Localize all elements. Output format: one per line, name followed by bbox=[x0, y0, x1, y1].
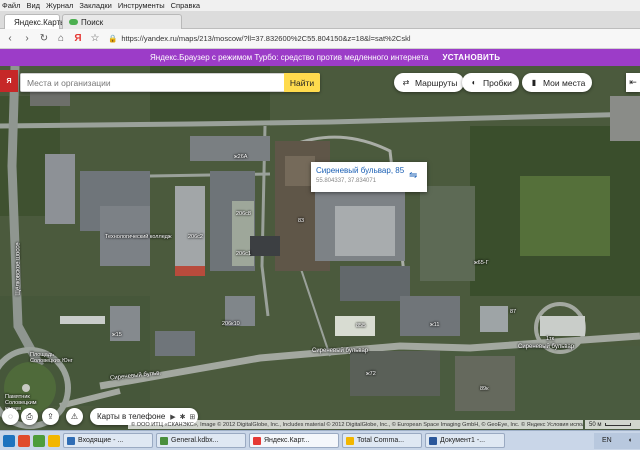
tab-search[interactable]: Поиск bbox=[62, 14, 182, 29]
find-button[interactable]: Найти bbox=[284, 73, 320, 92]
taskbar-item[interactable]: Total Comma... bbox=[342, 433, 422, 448]
copyright-text: © ООО ИТЦ «СКАНЭКС», Image © 2012 Digita… bbox=[128, 420, 583, 429]
address-bar[interactable]: 🔒 https://yandex.ru/maps/213/moscow/?ll=… bbox=[108, 32, 528, 46]
map-label-road: Сиреневый бульвар bbox=[312, 348, 369, 354]
taskbar-label: Документ1 -... bbox=[440, 437, 486, 444]
share-icon[interactable]: ⇪ bbox=[42, 408, 59, 425]
taskbar-item[interactable]: Документ1 -... bbox=[425, 433, 505, 448]
map-label-street: Щёлковское шоссе bbox=[15, 242, 22, 296]
collapse-icon[interactable]: ⇤ bbox=[626, 73, 640, 92]
menu-view[interactable]: Вид bbox=[26, 1, 40, 10]
map-label-building: 85Б bbox=[356, 323, 366, 329]
url-text: https://yandex.ru/maps/213/moscow/?ll=37… bbox=[121, 34, 411, 43]
map-label-building: 206с2 bbox=[188, 234, 203, 240]
home-icon[interactable]: ⌂ bbox=[54, 32, 68, 46]
map-label-square: Площадь Соловецких Юнг bbox=[30, 352, 73, 364]
turbo-banner: Яндекс.Браузер с режимом Турбо: средство… bbox=[0, 49, 640, 66]
traffic-icon: ◐ bbox=[471, 78, 477, 87]
menu-file[interactable]: Файл bbox=[2, 1, 20, 10]
address-balloon[interactable]: Сиреневый бульвар, 85 55.804337, 37.8340… bbox=[311, 162, 427, 192]
scale-label: 50 м bbox=[589, 421, 602, 428]
taskbar-item[interactable]: General.kdbx... bbox=[156, 433, 246, 448]
route-to-icon[interactable]: ⇋ bbox=[409, 170, 421, 182]
turbo-message: Яндекс.Браузер с режимом Турбо: средство… bbox=[150, 53, 429, 62]
quicklaunch-icon[interactable] bbox=[18, 434, 30, 447]
map-label-building: ж72 bbox=[366, 371, 376, 377]
satellite-map[interactable]: Технологический колледж 206с2 206с8 206с… bbox=[0, 66, 640, 430]
tab-label: Яндекс.Карты bbox=[14, 17, 66, 27]
taskbar-label: General.kdbx... bbox=[171, 437, 219, 444]
map-label-building: 89к bbox=[480, 386, 489, 392]
map-label-building: 206с8 bbox=[236, 211, 251, 217]
yandex-icon[interactable]: Я bbox=[71, 32, 85, 46]
search-input[interactable] bbox=[21, 74, 284, 91]
lock-icon: 🔒 bbox=[108, 34, 118, 43]
word-icon bbox=[429, 436, 437, 445]
browser-menu-bar: Файл Вид Журнал Закладки Инструменты Спр… bbox=[0, 0, 640, 11]
map-label-building: ж15 bbox=[112, 332, 122, 338]
taskbar-label: Total Comma... bbox=[357, 437, 405, 444]
total-commander-icon bbox=[346, 436, 354, 445]
menu-tools[interactable]: Инструменты bbox=[118, 1, 165, 10]
map-label-building: 83 bbox=[298, 218, 305, 224]
bookmark-icon[interactable]: ☆ bbox=[88, 32, 102, 46]
traffic-label: Пробки bbox=[483, 77, 512, 88]
back-icon[interactable]: ‹ bbox=[3, 32, 17, 46]
routes-label: Маршруты bbox=[415, 77, 458, 88]
my-places-label: Мои места bbox=[543, 77, 586, 88]
menu-bookmarks[interactable]: Закладки bbox=[79, 1, 111, 10]
taskbar-label: Входящие - ... bbox=[78, 437, 124, 444]
reload-icon[interactable]: ↻ bbox=[37, 32, 51, 46]
quicklaunch-icon[interactable] bbox=[33, 434, 45, 447]
taskbar-item[interactable]: Яндекс.Карт... bbox=[249, 433, 339, 448]
map-label-college: Технологический колледж bbox=[105, 234, 172, 240]
quicklaunch-icon[interactable] bbox=[48, 434, 60, 447]
start-icon[interactable] bbox=[3, 434, 15, 447]
tab-yandex-maps[interactable]: Яндекс.Карты × bbox=[4, 14, 77, 29]
menu-help[interactable]: Справка bbox=[171, 1, 200, 10]
tab-label: Поиск bbox=[81, 17, 104, 27]
search-tab-icon bbox=[69, 19, 78, 25]
map-label-building: 206с1 bbox=[236, 251, 251, 257]
keepass-icon bbox=[160, 436, 168, 445]
balloon-address[interactable]: Сиреневый бульвар, 85 bbox=[316, 166, 422, 175]
my-places-button[interactable]: ▮ Мои места bbox=[522, 73, 593, 92]
map-label-building: 206к10 bbox=[222, 321, 240, 327]
map-label-building: 87 bbox=[510, 309, 517, 315]
tab-bar: Яндекс.Карты × Поиск bbox=[0, 11, 640, 29]
map-label-road: Сиреневый бульвар bbox=[518, 344, 575, 350]
bookmark-icon: ▮ bbox=[531, 78, 537, 87]
volume-icon[interactable]: ◖ bbox=[628, 437, 632, 444]
scale-bar bbox=[605, 423, 632, 426]
menu-history[interactable]: Журнал bbox=[46, 1, 73, 10]
map-label-building: ж26А bbox=[234, 154, 248, 160]
map-label-building: 1тк bbox=[546, 336, 554, 342]
mail-icon bbox=[67, 436, 75, 445]
navigation-bar: ‹ › ↻ ⌂ Я ☆ 🔒 https://yandex.ru/maps/213… bbox=[0, 29, 640, 49]
balloon-coordinates: 55.804337, 37.834071 bbox=[316, 178, 377, 184]
search-bar: Найти bbox=[20, 73, 320, 92]
system-tray[interactable]: EN ◖ bbox=[594, 432, 640, 449]
yandex-logo[interactable]: Я bbox=[0, 70, 18, 92]
traffic-button[interactable]: ◐ Пробки bbox=[462, 73, 519, 92]
satellite-imagery bbox=[0, 66, 640, 430]
map-label-building: ж11 bbox=[430, 322, 440, 328]
taskbar-item[interactable]: Входящие - ... bbox=[63, 433, 153, 448]
ruler-icon[interactable]: ◌ bbox=[2, 408, 19, 425]
scale-ruler: 50 м bbox=[585, 420, 640, 429]
turbo-install-button[interactable]: УСТАНОВИТЬ bbox=[442, 53, 500, 62]
warning-icon[interactable]: ⚠ bbox=[66, 408, 83, 425]
map-label-building: ж65-Г bbox=[474, 260, 489, 266]
browser-icon bbox=[253, 436, 261, 445]
taskbar-label: Яндекс.Карт... bbox=[264, 437, 310, 444]
language-indicator[interactable]: EN bbox=[602, 437, 612, 444]
routes-button[interactable]: ⇄ Маршруты bbox=[394, 73, 465, 92]
route-icon: ⇄ bbox=[402, 78, 410, 87]
forward-icon[interactable]: › bbox=[20, 32, 34, 46]
print-icon[interactable]: ⎙ bbox=[21, 408, 38, 425]
os-taskbar: Входящие - ... General.kdbx... Яндекс.Ка… bbox=[0, 430, 640, 450]
